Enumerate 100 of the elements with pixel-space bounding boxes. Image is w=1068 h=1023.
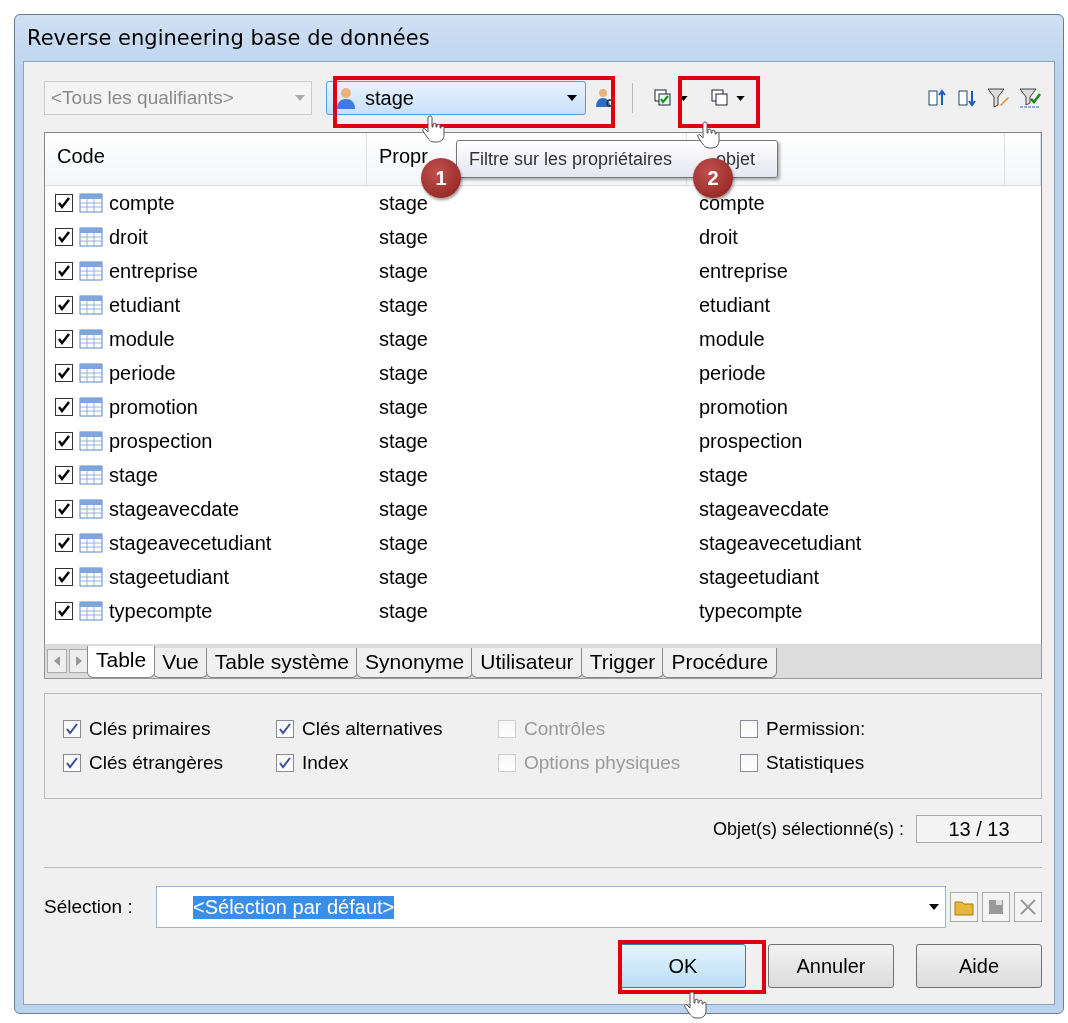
sort-down-icon[interactable] <box>956 87 978 109</box>
table-icon <box>79 329 103 349</box>
option-checkbox[interactable] <box>63 720 81 738</box>
row-checkbox[interactable] <box>55 262 73 280</box>
option-label: Contrôles <box>524 718 606 740</box>
table-cell: stage <box>379 293 428 317</box>
tab[interactable]: Utilisateur <box>471 648 583 678</box>
table-cell: stageavecetudiant <box>109 531 272 555</box>
tab[interactable]: Table système <box>205 648 359 678</box>
row-checkbox[interactable] <box>55 330 73 348</box>
table-cell: etudiant <box>109 293 181 317</box>
row-checkbox[interactable] <box>55 194 73 212</box>
selection-label: Sélection : <box>44 896 134 918</box>
table-cell: stage <box>379 225 428 249</box>
caret-icon <box>295 95 305 101</box>
row-checkbox[interactable] <box>55 500 73 518</box>
tab[interactable]: Trigger <box>580 648 665 678</box>
table-cell: module <box>699 327 765 351</box>
save-icon[interactable] <box>982 892 1010 922</box>
hand-cursor-icon <box>684 990 710 1020</box>
option-checkbox[interactable] <box>276 754 294 772</box>
table-icon <box>79 193 103 213</box>
tab[interactable]: Synonyme <box>356 648 474 678</box>
table-cell: module <box>109 327 175 351</box>
table-icon <box>79 227 103 247</box>
caret-icon <box>567 95 577 101</box>
row-checkbox[interactable] <box>55 364 73 382</box>
scroll-right-button[interactable] <box>69 649 89 673</box>
left-arrow-icon <box>52 655 62 667</box>
table-cell: stage <box>379 599 428 623</box>
table-cell: etudiant <box>699 293 771 317</box>
table-cell: droit <box>699 225 738 249</box>
row-checkbox[interactable] <box>55 466 73 484</box>
caret-icon <box>736 95 745 101</box>
option-label: Clés primaires <box>89 718 211 740</box>
copy-icon <box>710 88 730 108</box>
option-checkbox[interactable] <box>740 720 758 738</box>
option-checkbox[interactable] <box>740 754 758 772</box>
table-cell: entreprise <box>109 259 198 283</box>
row-checkbox[interactable] <box>55 228 73 246</box>
tab[interactable]: Vue <box>153 648 208 678</box>
option-checkbox[interactable] <box>63 754 81 772</box>
sort-up-icon[interactable] <box>926 87 948 109</box>
option-label: Clés étrangères <box>89 752 224 774</box>
count-label: Objet(s) sélectionné(s) : <box>712 818 904 840</box>
row-checkbox[interactable] <box>55 398 73 416</box>
table-cell: stage <box>379 531 428 555</box>
row-checkbox[interactable] <box>55 568 73 586</box>
table-cell: stageetudiant <box>699 565 820 589</box>
table-cell: stageavecdate <box>699 497 830 521</box>
table-cell: compte <box>109 191 175 215</box>
user-icon <box>335 86 357 110</box>
filter-check-icon[interactable] <box>1018 87 1042 109</box>
delete-icon[interactable] <box>1014 892 1042 922</box>
table-icon <box>79 261 103 281</box>
row-checkbox[interactable] <box>55 602 73 620</box>
tooltip-text: Filtre sur les propriétaires <box>469 148 673 170</box>
table-icon <box>79 397 103 417</box>
table-icon <box>79 567 103 587</box>
right-arrow-icon <box>74 655 84 667</box>
option-label: Clés alternatives <box>302 718 443 740</box>
table-cell: promotion <box>699 395 788 419</box>
table-cell: periode <box>109 361 176 385</box>
table-cell: typecompte <box>109 599 213 623</box>
table-cell: droit <box>109 225 148 249</box>
table-icon <box>79 601 103 621</box>
count-value: 13 / 13 <box>916 815 1042 843</box>
caret-icon <box>679 95 688 101</box>
table-cell: stage <box>379 327 428 351</box>
table-cell: stage <box>379 497 428 521</box>
option-checkbox[interactable] <box>276 720 294 738</box>
table-cell: typecompte <box>699 599 803 623</box>
dialog-button[interactable]: OK <box>620 944 746 988</box>
dialog-button[interactable]: Aide <box>916 944 1042 988</box>
table-icon <box>79 499 103 519</box>
column-header[interactable]: Code <box>45 133 367 185</box>
checked-copy-icon <box>653 88 673 108</box>
table-cell: promotion <box>109 395 198 419</box>
table-icon <box>79 295 103 315</box>
row-checkbox[interactable] <box>55 534 73 552</box>
dialog-button[interactable]: Annuler <box>768 944 894 988</box>
owner-dropdown[interactable]: stage <box>326 81 586 115</box>
table-cell: stageavecetudiant <box>699 531 862 555</box>
table-icon <box>79 465 103 485</box>
table-cell: prospection <box>109 429 213 453</box>
table-cell: stage <box>379 463 428 487</box>
row-checkbox[interactable] <box>55 432 73 450</box>
table-cell: stage <box>379 361 428 385</box>
filter-edit-icon[interactable] <box>986 87 1010 109</box>
table-cell: stage <box>109 463 158 487</box>
table-icon <box>79 363 103 383</box>
caret-icon <box>929 904 939 910</box>
tab[interactable]: Procédure <box>662 648 778 678</box>
table-cell: stage <box>379 565 428 589</box>
table-cell: entreprise <box>699 259 788 283</box>
table-cell: stage <box>379 259 428 283</box>
table-cell: stage <box>379 429 428 453</box>
row-checkbox[interactable] <box>55 296 73 314</box>
tab[interactable]: Table <box>87 646 156 678</box>
window-title: Reverse engineering base de données <box>26 25 431 52</box>
